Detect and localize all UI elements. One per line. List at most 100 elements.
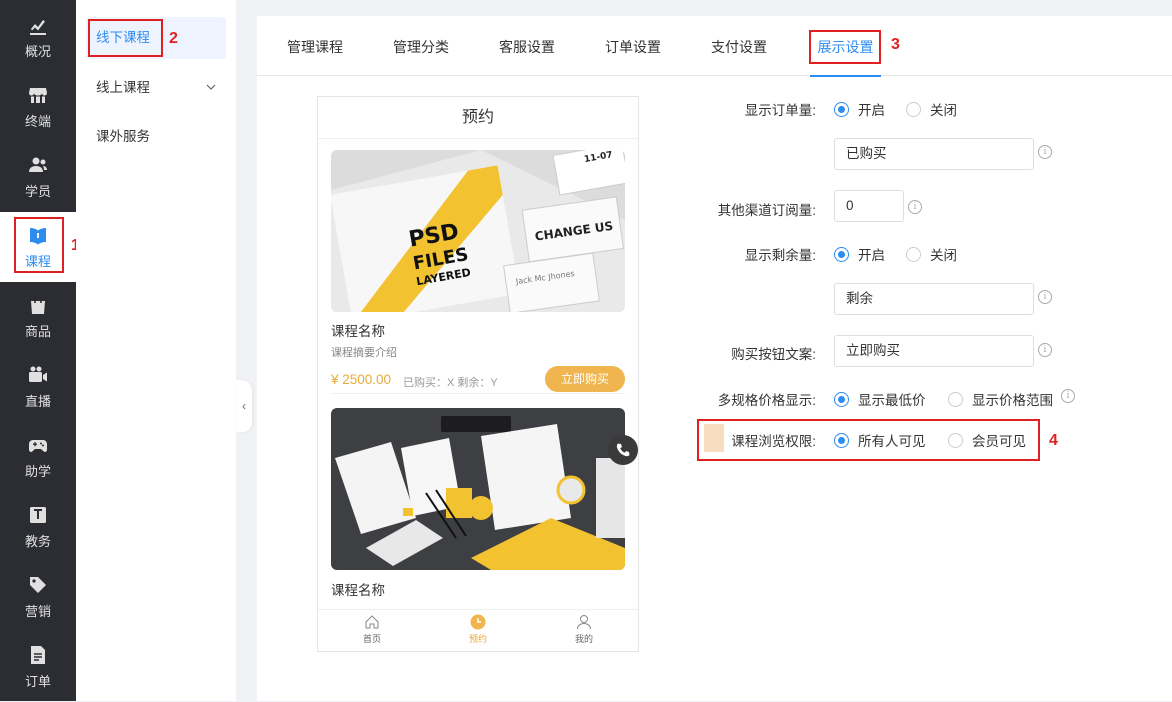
radio-indicator xyxy=(834,391,849,407)
subnav-label: 课外服务 xyxy=(96,129,150,144)
tab-order-settings[interactable]: 订单设置 xyxy=(605,16,661,76)
radio-show-price-range[interactable]: 显示价格范围 xyxy=(948,389,1053,409)
clock-icon xyxy=(470,614,486,630)
subnav-online-courses[interactable]: 线上课程 xyxy=(86,67,226,109)
users-icon xyxy=(29,157,47,172)
book-icon xyxy=(30,227,46,244)
price-row: ¥ 2500.00 已购买：X 剩余：Y 立即购买 xyxy=(331,364,625,394)
nav-item-label: 教务 xyxy=(24,533,51,549)
tag-icon xyxy=(30,576,46,593)
radio-indicator xyxy=(906,246,921,262)
radio-indicator xyxy=(948,432,963,448)
radio-indicator xyxy=(834,101,849,117)
nav-item-academic[interactable]: 教务 xyxy=(0,492,76,562)
nav-item-students[interactable]: 学员 xyxy=(0,142,76,212)
radio-show-remaining-off[interactable]: 关闭 xyxy=(906,244,957,264)
radio-visible-to-members[interactable]: 会员可见 xyxy=(948,430,1026,450)
radio-show-orders-off[interactable]: 关闭 xyxy=(906,99,957,119)
subnav-offline-courses[interactable]: 线下课程 xyxy=(86,17,226,59)
tab-label: 管理课程 xyxy=(287,39,343,55)
bag-icon xyxy=(31,295,45,314)
tab-bar: 管理课程 管理分类 客服设置 订单设置 支付设置 展示设置 xyxy=(257,16,1172,77)
tab-label: 支付设置 xyxy=(711,39,767,55)
tab-customer-service[interactable]: 客服设置 xyxy=(499,16,555,76)
radio-show-remaining-on[interactable]: 开启 xyxy=(834,244,885,264)
radio-label: 开启 xyxy=(858,103,885,118)
nav-item-label: 订单 xyxy=(24,673,51,689)
label-multi-spec-price: 多规格价格显示: xyxy=(717,393,816,408)
label-buy-button-text: 购买按钮文案: xyxy=(731,347,816,362)
info-icon[interactable]: i xyxy=(1061,389,1075,403)
radio-label: 会员可见 xyxy=(972,434,1026,449)
bottom-nav-booking[interactable]: 预约 xyxy=(448,614,508,645)
label-browse-permission: 课程浏览权限: xyxy=(731,434,816,449)
subnav-label: 线上课程 xyxy=(96,80,150,95)
nav-item-courses[interactable]: 课程 xyxy=(0,212,76,282)
annotation-number-2: 2 xyxy=(169,30,178,47)
tab-manage-categories[interactable]: 管理分类 xyxy=(393,16,449,76)
gamepad-icon xyxy=(29,439,47,452)
tab-label: 展示设置 xyxy=(817,39,874,55)
course-summary: 课程摘要介绍 xyxy=(331,347,397,359)
radio-label: 开启 xyxy=(858,248,885,263)
course-name: 课程名称 xyxy=(331,324,385,339)
store-icon xyxy=(29,87,47,103)
buy-now-button[interactable]: 立即购买 xyxy=(545,366,625,392)
bottom-nav-label: 预约 xyxy=(468,634,487,644)
bottom-nav-label: 首页 xyxy=(362,634,381,644)
course-image xyxy=(331,408,625,570)
tab-manage-courses[interactable]: 管理课程 xyxy=(287,16,343,76)
buy-button-text-input[interactable]: 立即购买 xyxy=(834,335,1034,367)
nav-item-orders[interactable]: 订单 xyxy=(0,632,76,702)
course-card[interactable]: 课程名称 xyxy=(331,408,625,599)
info-icon[interactable]: i xyxy=(1038,290,1052,304)
board-icon xyxy=(30,506,46,523)
user-icon xyxy=(577,615,591,630)
info-icon[interactable]: i xyxy=(1038,343,1052,357)
video-icon xyxy=(29,366,47,382)
subnav-extra-services[interactable]: 课外服务 xyxy=(86,116,226,158)
remaining-text-input[interactable]: 剩余 xyxy=(834,283,1034,315)
nav-item-label: 概况 xyxy=(24,43,51,59)
course-image: PSD FILES LAYERED CHANGE US Jack Mc Jhon… xyxy=(331,150,625,312)
nav-item-terminal[interactable]: 终端 xyxy=(0,72,76,142)
radio-indicator xyxy=(906,101,921,117)
other-channel-input[interactable]: 0 xyxy=(834,190,904,222)
radio-indicator xyxy=(834,246,849,262)
radio-visible-to-all[interactable]: 所有人可见 xyxy=(834,430,926,450)
tab-display-settings[interactable]: 展示设置 xyxy=(810,16,881,77)
bottom-nav-mine[interactable]: 我的 xyxy=(554,614,614,645)
radio-indicator xyxy=(948,391,963,407)
annotation-number-3: 3 xyxy=(891,36,900,53)
card-divider xyxy=(331,393,625,394)
chevron-down-icon xyxy=(206,84,216,90)
collapse-sidebar-button[interactable]: ‹ xyxy=(236,380,252,432)
sub-navigation: 线下课程 线上课程 课外服务 xyxy=(76,0,236,701)
tab-label: 客服设置 xyxy=(499,39,555,55)
tab-label: 订单设置 xyxy=(605,39,661,55)
nav-item-study-aid[interactable]: 助学 xyxy=(0,422,76,492)
radio-show-min-price[interactable]: 显示最低价 xyxy=(834,389,926,409)
nav-item-goods[interactable]: 商品 xyxy=(0,282,76,352)
bottom-nav-label: 我的 xyxy=(574,634,593,644)
course-card[interactable]: PSD FILES LAYERED CHANGE US Jack Mc Jhon… xyxy=(331,150,625,394)
radio-show-orders-on[interactable]: 开启 xyxy=(834,99,885,119)
sold-remaining: 已购买：X 剩余：Y xyxy=(403,377,498,389)
info-icon[interactable]: i xyxy=(1038,145,1052,159)
nav-item-overview[interactable]: 概况 xyxy=(0,2,76,72)
annotation-number-4: 4 xyxy=(1049,432,1058,449)
info-icon[interactable]: i xyxy=(908,200,922,214)
tab-payment-settings[interactable]: 支付设置 xyxy=(711,16,767,76)
bottom-nav-home[interactable]: 首页 xyxy=(342,614,402,645)
nav-item-label: 直播 xyxy=(24,393,51,409)
label-other-channel: 其他渠道订阅量: xyxy=(717,203,816,218)
nav-item-marketing[interactable]: 营销 xyxy=(0,562,76,632)
chart-icon xyxy=(30,19,46,35)
label-show-orders: 显示订单量: xyxy=(744,103,816,118)
nav-item-label: 商品 xyxy=(24,323,51,339)
orders-text-input[interactable]: 已购买 xyxy=(834,138,1034,170)
nav-item-label: 助学 xyxy=(24,463,51,479)
main-sidebar: 概况 终端 学员 课程 商品 直播 助学 教务 营销 订单 xyxy=(0,0,76,701)
chevron-left-icon: ‹ xyxy=(242,399,246,413)
nav-item-live[interactable]: 直播 xyxy=(0,352,76,422)
